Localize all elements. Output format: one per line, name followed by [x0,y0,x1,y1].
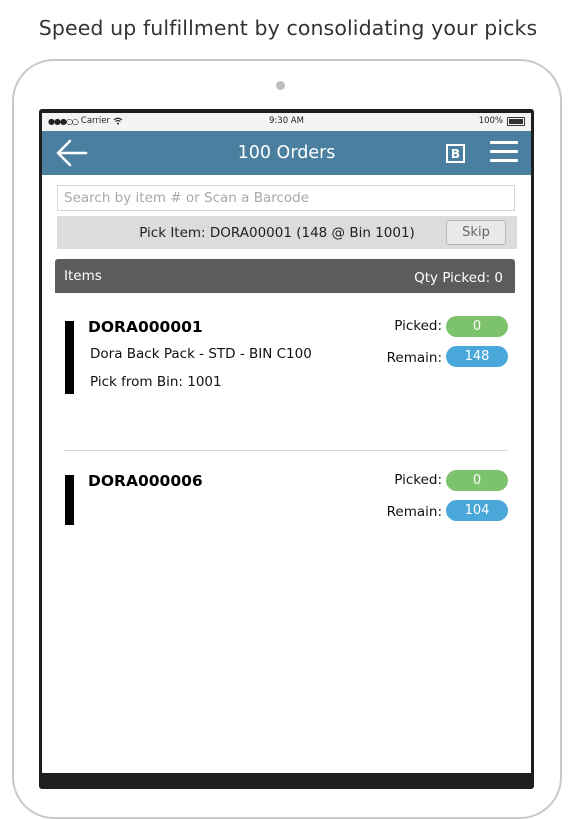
items-header: Items Qty Picked: 0 [55,259,515,293]
pick-item-bar: Pick Item: DORA00001 (148 @ Bin 1001) Sk… [57,216,517,249]
status-time: 9:30 AM [269,116,304,126]
hamburger-menu-icon[interactable] [490,141,518,165]
item-indicator-bar [65,321,74,394]
battery-icon [507,116,525,126]
remain-label: Remain: [386,350,442,366]
qty-picked-label: Qty Picked: 0 [414,270,503,286]
remain-count-badge: 148 [446,346,508,367]
status-bar: ●●●○○ Carrier 9:30 AM 100% [42,113,531,131]
camera-icon [276,81,285,90]
remain-label: Remain: [386,504,442,520]
picked-label: Picked: [394,472,442,488]
item-divider [64,450,508,451]
item-description: Dora Back Pack - STD - BIN C100 [90,346,312,362]
picked-label: Picked: [394,318,442,334]
app-screen: ●●●○○ Carrier 9:30 AM 100% 100 Orders B … [42,113,531,773]
search-input[interactable] [57,185,515,211]
battery-percent: 100% [478,116,503,126]
barcode-b-icon[interactable]: B [446,144,465,163]
picked-count-badge: 0 [446,316,508,337]
items-header-title: Items [64,268,102,284]
nav-bar: 100 Orders B [42,131,531,175]
item-bin: Pick from Bin: 1001 [90,374,222,390]
item-sku: DORA000001 [88,318,203,336]
skip-button[interactable]: Skip [446,220,506,245]
picked-count-badge: 0 [446,470,508,491]
item-indicator-bar [65,475,74,525]
marketing-headline: Speed up fulfillment by consolidating yo… [38,16,538,40]
item-sku: DORA000006 [88,472,203,490]
remain-count-badge: 104 [446,500,508,521]
